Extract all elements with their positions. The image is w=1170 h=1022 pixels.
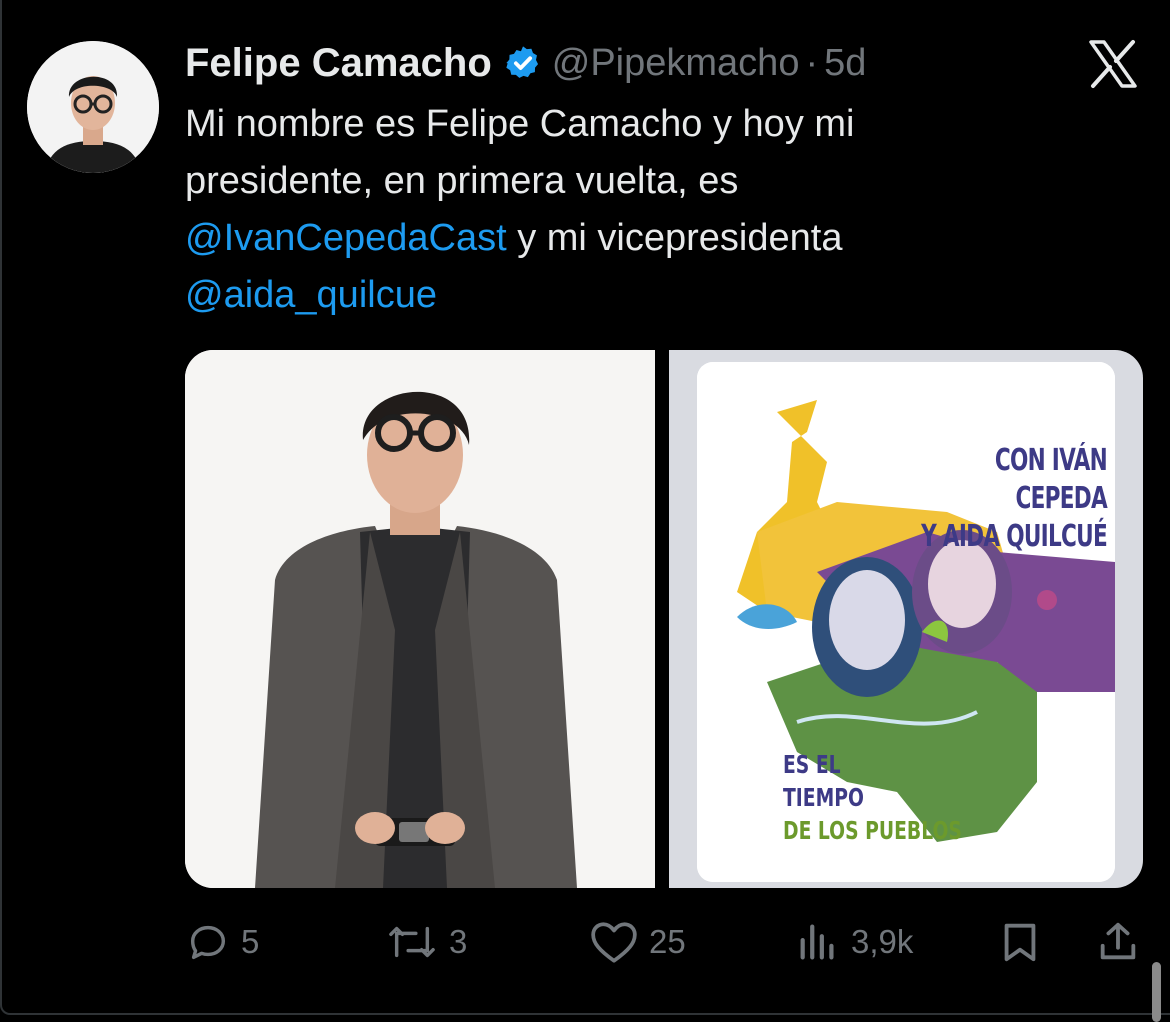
mention-aida-quilcue[interactable]: @aida_quilcue [185, 274, 437, 316]
tweet-line-2: presidente, en primera vuelta, es [185, 160, 739, 202]
poster-title-line-2: Y AIDA QUILCUÉ [921, 519, 1108, 554]
like-count: 25 [649, 923, 686, 960]
reply-count: 5 [241, 923, 260, 960]
tweet-text: Mi nombre es Felipe Camacho y hoy mi pre… [185, 96, 1125, 324]
tweet-time[interactable]: 5d [824, 42, 866, 85]
poster-campaign[interactable]: CON IVÁN CEPEDA Y AIDA QUILCUÉ ES EL TIE… [669, 350, 1143, 888]
action-bar: 5 3 25 3,9k [185, 918, 1143, 966]
poster-title-line-1: CON IVÁN CEPEDA [994, 443, 1108, 516]
scrollbar[interactable] [1152, 962, 1161, 1022]
tweet-line-3: @IvanCepedaCast y mi vicepresidenta [185, 210, 1125, 267]
poster-slogan-line-1: ES EL [783, 750, 841, 779]
bookmark-button[interactable] [997, 918, 1043, 966]
views-button[interactable]: 3,9k [795, 918, 913, 966]
separator-dot: · [805, 41, 819, 84]
tweet-media: CON IVÁN CEPEDA Y AIDA QUILCUÉ ES EL TIE… [185, 350, 1143, 888]
poster-slogan: ES EL TIEMPO DE LOS PUEBLOS [783, 748, 962, 847]
like-button[interactable]: 25 [589, 918, 686, 966]
mention-ivan-cepeda[interactable]: @IvanCepedaCast [185, 217, 507, 259]
user-name[interactable]: Felipe Camacho [185, 41, 492, 86]
poster-slogan-line-3: DE LOS PUEBLOS [783, 816, 962, 845]
poster-slogan-line-2: TIEMPO [783, 783, 864, 812]
photo-felipe-camacho[interactable] [185, 350, 655, 888]
x-logo-icon [1087, 38, 1139, 90]
share-button[interactable] [1095, 918, 1141, 966]
tweet-line-4: @aida_quilcue [185, 267, 1125, 324]
tweet-line-3-rest: y mi vicepresidenta [506, 217, 843, 259]
like-icon [591, 922, 637, 963]
reply-button[interactable]: 5 [185, 918, 259, 966]
verified-badge-icon [504, 44, 542, 82]
poster-title: CON IVÁN CEPEDA Y AIDA QUILCUÉ [920, 442, 1108, 556]
tweet-header: Felipe Camacho @Pipekmacho · 5d [185, 38, 866, 88]
share-icon [1100, 922, 1136, 960]
views-count: 3,9k [851, 923, 914, 960]
tweet-line-1: Mi nombre es Felipe Camacho y hoy mi [185, 103, 855, 145]
views-icon [800, 924, 834, 960]
avatar[interactable] [27, 41, 159, 173]
repost-icon [389, 926, 435, 958]
reply-icon [190, 925, 226, 960]
campaign-poster: CON IVÁN CEPEDA Y AIDA QUILCUÉ ES EL TIE… [697, 362, 1115, 882]
bookmark-icon [1004, 923, 1036, 962]
user-handle[interactable]: @Pipekmacho [552, 42, 800, 85]
repost-count: 3 [449, 923, 468, 960]
repost-button[interactable]: 3 [385, 918, 467, 966]
